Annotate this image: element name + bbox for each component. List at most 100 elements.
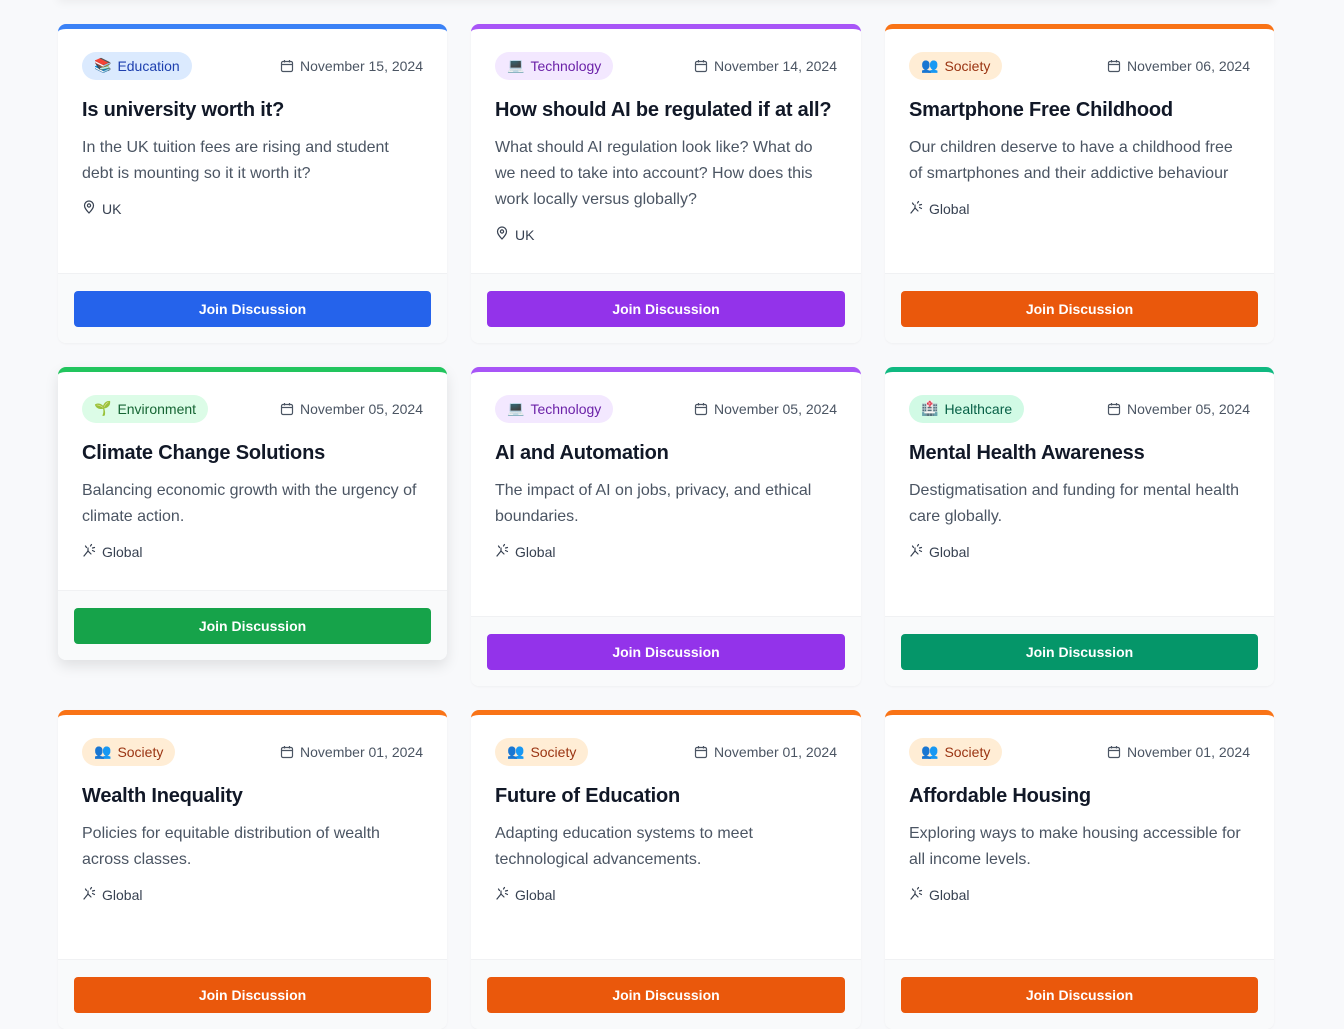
location-text: Global <box>929 886 970 903</box>
category-icon: 👥 <box>94 744 112 760</box>
join-discussion-button[interactable]: Join Discussion <box>74 976 431 1013</box>
calendar-icon <box>694 59 708 73</box>
category-icon: 💻 <box>507 58 525 74</box>
card-footer: Join Discussion <box>58 590 447 660</box>
join-discussion-button[interactable]: Join Discussion <box>487 633 845 670</box>
date-text: November 01, 2024 <box>1127 744 1250 760</box>
category-icon: 💻 <box>507 401 525 417</box>
category-label: Society <box>944 58 991 74</box>
location-text: Global <box>515 886 556 903</box>
category-icon: 👥 <box>921 744 939 760</box>
category-label: Society <box>944 744 991 760</box>
card-description: Exploring ways to make housing accessibl… <box>909 825 1241 868</box>
date-text: November 14, 2024 <box>714 58 837 74</box>
card-footer: Join Discussion <box>885 616 1274 686</box>
card-title: AI and Automation <box>495 442 669 464</box>
category-badge[interactable]: 📚 Education <box>82 52 192 80</box>
card-title: Is university worth it? <box>82 99 285 121</box>
date: November 05, 2024 <box>280 401 423 417</box>
date-text: November 05, 2024 <box>300 401 423 417</box>
category-badge[interactable]: 🏥 Healthcare <box>909 395 1025 423</box>
join-discussion-button[interactable]: Join Discussion <box>487 290 845 327</box>
location: Global <box>909 886 1250 903</box>
global-icon <box>495 886 509 903</box>
discussion-card: 👥 Society November 01, 2024 Affordable Ho… <box>885 710 1274 1029</box>
discussion-card: 👥 Society November 01, 2024 Wealth Inequa… <box>58 710 447 1029</box>
card-title: Climate Change Solutions <box>82 442 326 464</box>
calendar-icon <box>694 402 708 416</box>
pin-icon <box>495 226 509 243</box>
card-title: Smartphone Free Childhood <box>909 99 1173 121</box>
card-footer: Join Discussion <box>58 273 447 343</box>
card-description: What should AI regulation look like? Wha… <box>495 139 813 208</box>
location: Global <box>909 543 1250 560</box>
category-badge[interactable]: 👥 Society <box>82 738 176 766</box>
card-footer: Join Discussion <box>471 273 861 343</box>
discussion-card: 💻 Technology November 14, 2024 How should… <box>471 24 861 343</box>
category-icon: 👥 <box>507 744 525 760</box>
location-text: Global <box>102 543 143 560</box>
discussion-grid: 📚 Education November 15, 2024 Is universi… <box>58 24 1274 1029</box>
date: November 05, 2024 <box>694 401 837 417</box>
category-label: Society <box>117 744 164 760</box>
location-text: Global <box>929 200 970 217</box>
category-badge[interactable]: 👥 Society <box>495 738 589 766</box>
date: November 01, 2024 <box>694 744 837 760</box>
card-footer: Join Discussion <box>471 616 861 686</box>
discussion-card: 🌱 Environment November 05, 2024 Climate C… <box>58 367 447 660</box>
join-discussion-button[interactable]: Join Discussion <box>901 633 1258 670</box>
location-text: Global <box>102 886 143 903</box>
pin-icon <box>82 200 96 217</box>
card-footer: Join Discussion <box>58 959 447 1029</box>
location-text: UK <box>102 200 122 217</box>
calendar-icon <box>694 745 708 759</box>
date: November 01, 2024 <box>280 744 423 760</box>
join-discussion-button[interactable]: Join Discussion <box>901 290 1258 327</box>
category-icon: 🌱 <box>94 401 112 417</box>
category-badge[interactable]: 👥 Society <box>909 738 1003 766</box>
date-text: November 05, 2024 <box>714 401 837 417</box>
category-icon: 👥 <box>921 58 939 74</box>
category-label: Healthcare <box>944 401 1013 417</box>
location: Global <box>909 200 1250 217</box>
card-footer: Join Discussion <box>885 959 1274 1029</box>
category-badge[interactable]: 🌱 Environment <box>82 395 209 423</box>
category-label: Environment <box>117 401 197 417</box>
card-footer: Join Discussion <box>471 959 861 1029</box>
calendar-icon <box>280 745 294 759</box>
join-discussion-button[interactable]: Join Discussion <box>901 976 1258 1013</box>
category-label: Society <box>530 744 577 760</box>
join-discussion-button[interactable]: Join Discussion <box>487 976 845 1013</box>
global-icon <box>82 886 96 903</box>
date: November 15, 2024 <box>280 58 423 74</box>
location: Global <box>495 543 837 560</box>
join-discussion-button[interactable]: Join Discussion <box>74 290 431 327</box>
discussion-card: 👥 Society November 06, 2024 Smartphone Fr… <box>885 24 1274 343</box>
calendar-icon <box>280 59 294 73</box>
category-label: Education <box>117 58 180 74</box>
date: November 05, 2024 <box>1107 401 1250 417</box>
card-description: Our children deserve to have a childhood… <box>909 139 1233 182</box>
discussion-card: 📚 Education November 15, 2024 Is universi… <box>58 24 447 343</box>
category-badge[interactable]: 💻 Technology <box>495 52 614 80</box>
card-description: Adapting education systems to meet techn… <box>495 825 753 868</box>
discussion-card: 🏥 Healthcare November 05, 2024 Mental Hea… <box>885 367 1274 686</box>
join-discussion-button[interactable]: Join Discussion <box>74 607 431 644</box>
calendar-icon <box>1107 745 1121 759</box>
category-badge[interactable]: 👥 Society <box>909 52 1003 80</box>
category-icon: 📚 <box>94 58 112 74</box>
date: November 14, 2024 <box>694 58 837 74</box>
category-badge[interactable]: 💻 Technology <box>495 395 614 423</box>
discussion-card: 💻 Technology November 05, 2024 AI and Aut… <box>471 367 861 686</box>
card-description: The impact of AI on jobs, privacy, and e… <box>495 482 812 525</box>
card-title: Wealth Inequality <box>82 785 243 807</box>
global-icon <box>909 543 923 560</box>
date-text: November 01, 2024 <box>714 744 837 760</box>
card-title: Affordable Housing <box>909 785 1091 807</box>
card-description: Destigmatisation and funding for mental … <box>909 482 1239 525</box>
category-label: Technology <box>530 58 602 74</box>
location: Global <box>82 886 423 903</box>
location: UK <box>495 226 837 243</box>
calendar-icon <box>280 402 294 416</box>
date: November 01, 2024 <box>1107 744 1250 760</box>
